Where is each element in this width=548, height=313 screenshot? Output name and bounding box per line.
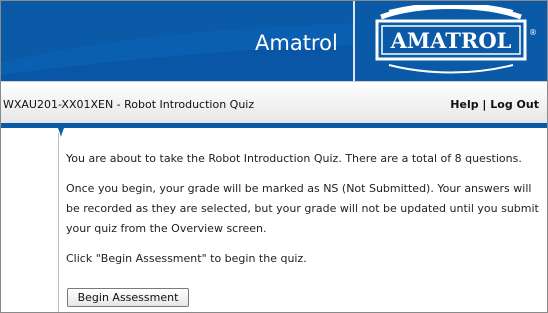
logout-link[interactable]: Log Out	[490, 98, 539, 111]
begin-instruction-text: Click "Begin Assessment" to begin the qu…	[66, 252, 307, 265]
header-banner: Amatrol AMATROL ®	[1, 1, 547, 81]
brand-name: Amatrol	[255, 31, 338, 55]
begin-assessment-button[interactable]: Begin Assessment	[67, 288, 189, 307]
help-link[interactable]: Help	[450, 98, 478, 111]
quiz-intro-content: You are about to take the Robot Introduc…	[66, 149, 546, 279]
grade-notice-text: Once you begin, your grade will be marke…	[66, 182, 539, 235]
help-links: Help | Log Out	[450, 98, 539, 111]
app-window: Amatrol AMATROL ® WXAU201-XX01XEN - Robo…	[0, 0, 548, 313]
logo-text: AMATROL	[390, 28, 512, 53]
tab-notch-graphic	[53, 123, 69, 137]
content-left-border	[58, 133, 59, 312]
course-title: WXAU201-XX01XEN - Robot Introduction Qui…	[3, 98, 255, 111]
amatrol-logo: AMATROL ®	[375, 5, 537, 74]
link-separator: |	[478, 98, 491, 111]
title-bar-accent-strip	[1, 123, 547, 128]
registered-mark: ®	[529, 28, 537, 37]
title-bar: WXAU201-XX01XEN - Robot Introduction Qui…	[1, 81, 547, 128]
header-divider	[353, 1, 355, 81]
quiz-intro-text: You are about to take the Robot Introduc…	[66, 152, 522, 165]
